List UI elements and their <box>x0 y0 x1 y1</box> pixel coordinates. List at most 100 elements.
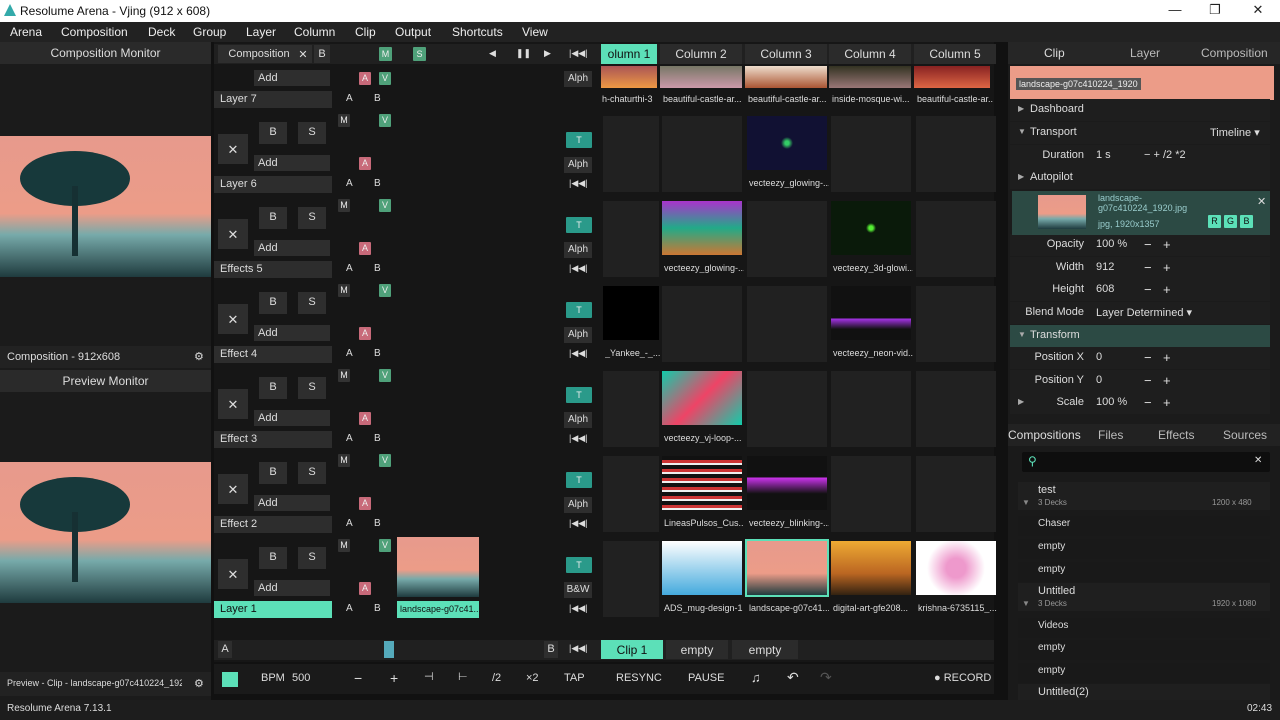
position-x-row[interactable]: Position X 0 − + <box>1010 347 1270 369</box>
layer-A[interactable]: A <box>346 433 353 444</box>
plus-button[interactable]: + <box>1163 373 1171 388</box>
layer-v-button[interactable]: V <box>379 284 391 297</box>
column-4-header[interactable]: Column 4 <box>829 44 911 64</box>
clip-r5-c2[interactable] <box>662 201 742 255</box>
list-item[interactable]: test ▼ 3 Decks 1200 x 480 <box>1018 482 1270 510</box>
channel-g-button[interactable]: G <box>1224 215 1237 228</box>
layer-add-dropdown[interactable]: Add <box>254 495 330 511</box>
layer-m-button[interactable]: M <box>338 114 350 127</box>
gear-icon[interactable]: ⚙ <box>194 350 204 363</box>
column-3-header[interactable]: Column 3 <box>745 44 827 64</box>
layer-a-button[interactable]: A <box>359 582 371 595</box>
opacity-row[interactable]: Opacity 100 % − + <box>1010 234 1270 256</box>
clip-r5-c4[interactable] <box>831 201 911 255</box>
minimize-button[interactable]: — <box>1160 2 1190 20</box>
layer-alpha-button[interactable]: Alph <box>564 412 592 428</box>
tab-compositions[interactable]: Compositions <box>1008 428 1081 442</box>
position-y-row-value[interactable]: 0 <box>1096 374 1102 386</box>
menu-column[interactable]: Column <box>294 25 335 39</box>
layer-v-button[interactable]: V <box>379 114 391 127</box>
timeline-dropdown[interactable]: Timeline ▾ <box>1210 126 1260 139</box>
height-row[interactable]: Height 608 − + <box>1010 279 1270 301</box>
layer-A[interactable]: A <box>346 603 353 614</box>
layer-v-button[interactable]: V <box>379 454 391 467</box>
composition-mute-button[interactable]: M <box>379 47 392 61</box>
clip-r7-c4[interactable] <box>829 66 911 88</box>
dashboard-section[interactable]: ▶ Dashboard <box>1010 99 1270 121</box>
layer-t-button[interactable]: T <box>566 302 592 318</box>
transform-section[interactable]: ▼ Transform <box>1010 325 1270 347</box>
clip-r1-c4[interactable] <box>831 541 911 595</box>
layer-a-button[interactable]: A <box>359 242 371 255</box>
clip-r4-c1[interactable] <box>603 286 659 340</box>
deck-a-button[interactable]: A <box>218 641 232 658</box>
menu-output[interactable]: Output <box>395 25 431 39</box>
layer-bypass-button[interactable]: B <box>259 377 287 399</box>
close-button[interactable]: ✕ <box>1243 2 1273 20</box>
clip-r3-c2[interactable] <box>662 371 742 425</box>
layer-m-button[interactable]: M <box>338 199 350 212</box>
scale-row-value[interactable]: 100 % <box>1096 396 1127 408</box>
redo-icon[interactable]: ↷ <box>820 669 832 686</box>
clip-r7-c3[interactable] <box>745 66 827 88</box>
expand-icon[interactable]: ▼ <box>1018 330 1026 339</box>
layer-B[interactable]: B <box>374 433 381 444</box>
empty-slot-r6-c5[interactable] <box>916 116 996 192</box>
deck-b-button[interactable]: B <box>544 641 558 658</box>
clip-r7-c1[interactable] <box>601 66 657 88</box>
skip-icon[interactable]: |◀◀| <box>569 433 588 444</box>
empty-slot-r4-c2[interactable] <box>662 286 742 362</box>
duration-row[interactable]: Duration 1 s − + /2 *2 <box>1010 145 1270 167</box>
layer-solo-button[interactable]: S <box>298 547 326 569</box>
undo-icon[interactable]: ↶ <box>787 669 799 686</box>
duration-row-value[interactable]: 1 s <box>1096 149 1111 161</box>
tab-composition[interactable]: Composition <box>1201 46 1268 60</box>
column-2-header[interactable]: Column 2 <box>660 44 742 64</box>
layer-t-button[interactable]: T <box>566 217 592 233</box>
empty-slot-r3-c1[interactable] <box>603 371 659 447</box>
layer-m-button[interactable]: M <box>338 454 350 467</box>
menu-shortcuts[interactable]: Shortcuts <box>452 25 503 39</box>
crossfader-handle[interactable] <box>384 641 394 658</box>
skip-icon[interactable]: |◀◀| <box>569 263 588 274</box>
minus-button[interactable]: − <box>1144 260 1152 275</box>
clip-r4-c4[interactable] <box>831 286 911 340</box>
resync-button[interactable]: RESYNC <box>616 672 662 684</box>
tap-button[interactable]: TAP <box>564 672 585 684</box>
layer-v-button[interactable]: V <box>379 199 391 212</box>
layer-a-button[interactable]: A <box>359 327 371 340</box>
nudge-back-icon[interactable]: ⊣ <box>424 670 434 683</box>
channel-b-button[interactable]: B <box>1240 215 1253 228</box>
layer-clear-button[interactable]: ✕ <box>218 389 248 419</box>
empty-slot-r6-c4[interactable] <box>831 116 911 192</box>
transport-section[interactable]: ▼ Transport Timeline ▾ <box>1010 122 1270 144</box>
menu-layer[interactable]: Layer <box>246 25 276 39</box>
clip-r2-c3[interactable] <box>747 456 827 510</box>
skip-icon[interactable]: |◀◀| <box>569 178 588 189</box>
list-item[interactable]: Videos <box>1018 618 1270 638</box>
blend-mode-row[interactable]: Blend Mode Layer Determined ▾ <box>1010 302 1270 324</box>
layer-t-button[interactable]: T <box>566 132 592 148</box>
empty-slot-r2-c4[interactable] <box>831 456 911 532</box>
maximize-button[interactable]: ❐ <box>1200 2 1230 20</box>
list-item[interactable]: Untitled ▼ 3 Decks 1920 x 1080 <box>1018 583 1270 611</box>
layer-A[interactable]: A <box>346 178 353 189</box>
next-icon[interactable]: ▶ <box>544 48 551 59</box>
tab-clip[interactable]: Clip <box>1044 46 1065 60</box>
clip-r7-c5[interactable] <box>914 66 990 88</box>
layer-t-button[interactable]: T <box>566 387 592 403</box>
empty-slot-r3-c3[interactable] <box>747 371 827 447</box>
layer-A[interactable]: A <box>346 263 353 274</box>
layer-m-button[interactable]: M <box>338 369 350 382</box>
skip-icon[interactable]: |◀◀| <box>569 348 588 359</box>
layer-v-button[interactable]: V <box>379 539 391 552</box>
composition-monitor-view[interactable] <box>0 136 211 277</box>
clip-r1-c5[interactable] <box>916 541 996 595</box>
layer-clear-button[interactable]: ✕ <box>218 559 248 589</box>
menu-group[interactable]: Group <box>193 25 226 39</box>
column-1-header[interactable]: olumn 1 <box>601 44 657 64</box>
layer-t-button[interactable]: T <box>566 557 592 573</box>
layer-solo-button[interactable]: S <box>298 207 326 229</box>
bpm-plus-button[interactable]: + <box>390 670 398 686</box>
empty-slot-r2-c1[interactable] <box>603 456 659 532</box>
